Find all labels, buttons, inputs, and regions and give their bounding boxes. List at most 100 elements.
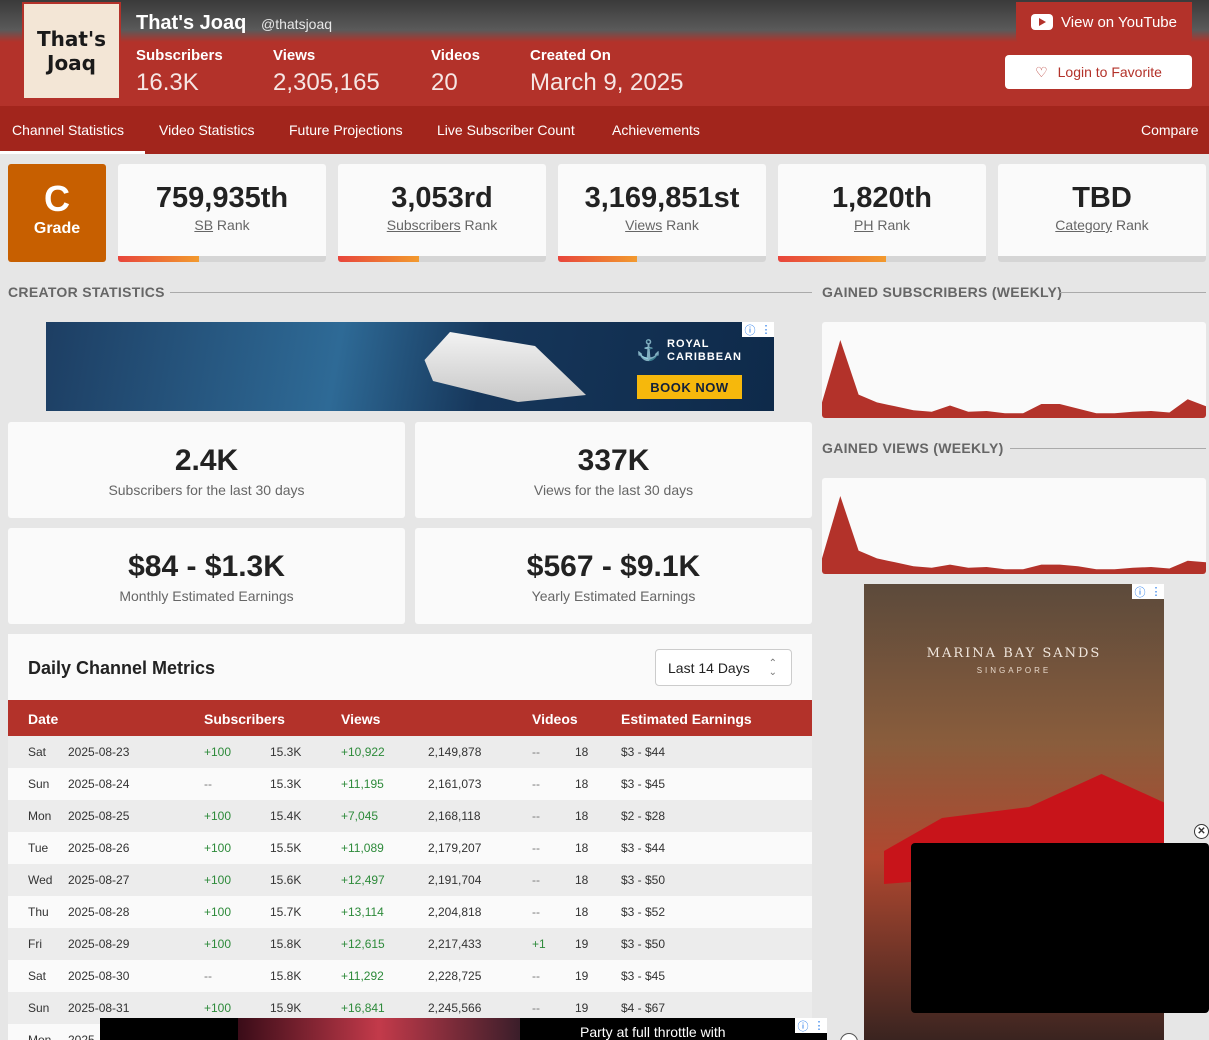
cell-date: 2025-08-23 (68, 745, 130, 759)
tab-compare[interactable]: Compare (1141, 122, 1199, 138)
side-ad-brand: MARINA BAY SANDS (926, 646, 1102, 661)
bottom-ad-close-icon[interactable] (840, 1033, 858, 1040)
ad-choices-icon[interactable]: ⓘ ⋮ (742, 322, 774, 337)
cell-earnings: $3 - $44 (621, 841, 666, 855)
rank-label: Category Rank (998, 217, 1206, 233)
cell-day: Mon (28, 1033, 52, 1040)
cell-date: 2025-08-25 (68, 809, 130, 823)
cell-view-gain: +13,114 (341, 905, 384, 919)
table-row: Sat 2025-08-23 +100 15.3K +10,922 2,149,878 --… (8, 736, 812, 768)
rank-value: TBD (1072, 182, 1132, 214)
cell-date: 2025-08-26 (68, 841, 130, 855)
cell-earnings: $3 - $50 (621, 873, 666, 887)
cell-view-gain: +7,045 (341, 809, 379, 823)
gained-subscribers-chart (822, 322, 1206, 418)
channel-name: That's Joaq (136, 12, 247, 34)
bottom-ad-image (238, 1018, 520, 1040)
tab-channel-statistics[interactable]: Channel Statistics (12, 122, 124, 138)
rank-abbr[interactable]: SB (194, 217, 213, 233)
ad-choices-icon[interactable]: ⓘ ⋮ (795, 1018, 827, 1033)
card-label: Subscribers for the last 30 days (108, 482, 305, 498)
view-on-youtube-button[interactable]: View on YouTube (1016, 2, 1192, 42)
tab-video-statistics[interactable]: Video Statistics (159, 122, 254, 138)
channel-avatar[interactable]: That's Joaq (22, 2, 121, 100)
subscribers-chart-svg (822, 340, 1206, 418)
rank-abbr[interactable]: PH (854, 217, 873, 233)
cell-views: 2,191,704 (428, 873, 482, 887)
rank-card-sb: 759,935th SB Rank (118, 164, 326, 262)
cell-earnings: $2 - $28 (621, 809, 666, 823)
cell-view-gain: +12,497 (341, 873, 385, 887)
rank-card-ph: 1,820th PH Rank (778, 164, 986, 262)
rank-abbr[interactable]: Subscribers (387, 217, 461, 233)
metrics-title: Daily Channel Metrics (28, 658, 216, 678)
royal-caribbean-logo-icon: ⚓ (636, 340, 661, 362)
cell-views: 2,245,566 (428, 1001, 482, 1015)
rank-progress-fill (338, 256, 420, 262)
ad-brand-line2: CARIBBEAN (667, 351, 742, 363)
ad-banner[interactable]: ⚓ ROYAL CARIBBEAN BOOK NOW ⓘ ⋮ (46, 322, 774, 411)
cell-date: 2025 (68, 1033, 95, 1040)
tab-live-subscriber-count[interactable]: Live Subscriber Count (437, 122, 575, 138)
cell-videos: 18 (575, 809, 589, 823)
side-ad-sub: SINGAPORE (976, 666, 1052, 675)
subscribers-30-days-card: 2.4K Subscribers for the last 30 days (8, 422, 405, 518)
rank-label: PH Rank (778, 217, 986, 233)
tab-achievements[interactable]: Achievements (612, 122, 700, 138)
cell-date: 2025-08-24 (68, 777, 130, 791)
cell-video-gain: -- (532, 905, 540, 919)
cell-earnings: $3 - $45 (621, 777, 666, 791)
cell-earnings: $3 - $50 (621, 937, 666, 951)
cell-date: 2025-08-30 (68, 969, 130, 983)
range-select[interactable]: Last 14 Days ⌃ ⌄ (655, 649, 792, 686)
avatar-text: That's Joaq (37, 27, 106, 75)
ad-choices-icon[interactable]: ⓘ ⋮ (1132, 584, 1164, 599)
table-row: Tue 2025-08-26 +100 15.5K +11,089 2,179,207 --… (8, 832, 812, 864)
cell-subs: 15.4K (270, 809, 302, 823)
ad-brand-line1: ROYAL (667, 338, 710, 350)
channel-handle: @thatsjoaq (261, 16, 333, 32)
yearly-earnings-card: $567 - $9.1K Yearly Estimated Earnings (415, 528, 812, 624)
cell-earnings: $3 - $44 (621, 745, 666, 759)
cell-videos: 18 (575, 905, 589, 919)
rank-progress-fill (118, 256, 200, 262)
gained-subscribers-title: GAINED SUBSCRIBERS (WEEKLY) (822, 284, 1063, 300)
rank-abbr[interactable]: Category (1055, 217, 1112, 233)
cell-videos: 18 (575, 873, 589, 887)
cell-views: 2,149,878 (428, 745, 482, 759)
cell-day: Sun (28, 1001, 50, 1015)
cell-day: Sat (28, 745, 47, 759)
views-value: 2,305,165 (273, 69, 380, 96)
bottom-ad-banner[interactable]: Party at full throttle with ⓘ ⋮ (100, 1018, 827, 1040)
rank-progress-fill (558, 256, 638, 262)
cell-views: 2,228,725 (428, 969, 482, 983)
table-row: Wed 2025-08-27 +100 15.6K +12,497 2,191,704 --… (8, 864, 812, 896)
video-overlay[interactable] (911, 843, 1209, 1013)
rank-suffix: Rank (213, 217, 250, 233)
range-select-value: Last 14 Days (668, 660, 750, 676)
cell-video-gain: -- (532, 1001, 540, 1015)
cell-day: Sat (28, 969, 47, 983)
rank-abbr[interactable]: Views (625, 217, 662, 233)
cell-earnings: $3 - $52 (621, 905, 666, 919)
close-icon[interactable]: ✕ (1194, 824, 1209, 839)
rank-progress-track (338, 256, 546, 262)
gained-views-title: GAINED VIEWS (WEEKLY) (822, 440, 1004, 456)
ad-brand: ROYAL CARIBBEAN (667, 338, 742, 364)
tab-future-projections[interactable]: Future Projections (289, 122, 403, 138)
rank-progress-track (118, 256, 326, 262)
cell-views: 2,179,207 (428, 841, 482, 855)
cell-day: Mon (28, 809, 52, 823)
chevron-up-down-icon: ⌃ ⌄ (768, 658, 777, 678)
cell-sub-gain: +100 (204, 905, 232, 919)
gained-views-chart (822, 478, 1206, 574)
table-row: Mon 2025-08-25 +100 15.4K +7,045 2,168,118 -- 1… (8, 800, 812, 832)
rank-value: 759,935th (155, 182, 289, 214)
cell-video-gain: +1 (532, 937, 546, 951)
login-to-favorite-button[interactable]: ♡ Login to Favorite (1005, 55, 1192, 89)
grade-letter: C (44, 178, 70, 219)
cell-earnings: $3 - $45 (621, 969, 666, 983)
views-label: Views (273, 47, 316, 64)
bottom-ad-text: Party at full throttle with (580, 1024, 726, 1040)
book-now-button[interactable]: BOOK NOW (637, 375, 742, 399)
